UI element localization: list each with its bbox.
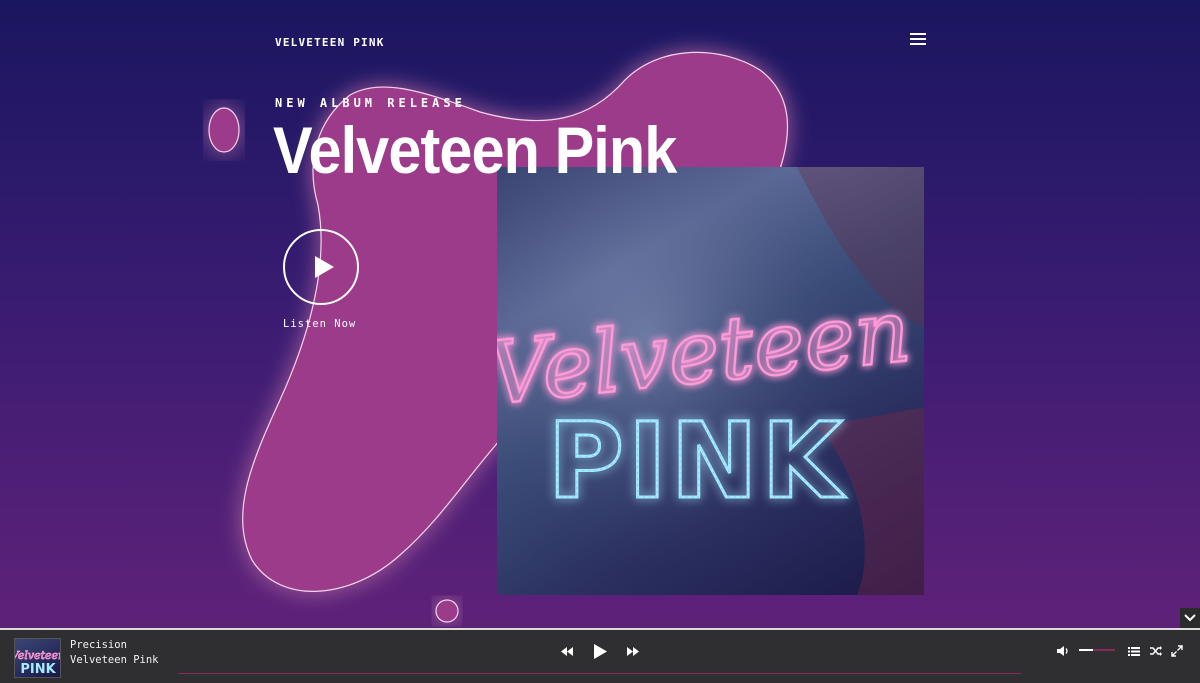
fullscreen-icon[interactable]: [1170, 643, 1184, 657]
volume-slider[interactable]: [1079, 649, 1115, 651]
listen-now-label[interactable]: Listen Now: [283, 318, 356, 330]
site-logo[interactable]: VELVETEEN PINK: [275, 36, 385, 49]
volume-level: [1079, 649, 1094, 651]
album-title: Velveteen Pink: [273, 113, 677, 187]
track-title: Precision: [70, 639, 127, 651]
chevron-down-icon[interactable]: [1180, 608, 1200, 628]
progress-bar[interactable]: [178, 673, 1021, 674]
thumb-block-text: PINK: [20, 662, 56, 677]
next-icon[interactable]: [625, 642, 641, 660]
album-cover-art: Velveteen PINK PINK: [497, 167, 924, 595]
playlist-icon[interactable]: [1127, 643, 1141, 657]
listen-play-button[interactable]: [283, 229, 359, 305]
volume-icon[interactable]: [1056, 643, 1070, 657]
play-icon: [314, 256, 334, 278]
hero-section: VELVETEEN PINK NEW ALBUM RELEASE Velvete…: [0, 0, 1200, 628]
track-artist: Velveteen Pink: [70, 654, 159, 666]
shuffle-icon[interactable]: [1149, 643, 1163, 657]
thumb-script-text: Velveteen: [15, 649, 61, 662]
previous-icon[interactable]: [559, 642, 575, 660]
play-icon[interactable]: [590, 642, 610, 660]
album-eyebrow: NEW ALBUM RELEASE: [275, 96, 466, 110]
svg-text:PINK: PINK: [548, 400, 847, 522]
audio-player-bar: Velveteen PINK Precision Velveteen Pink: [0, 628, 1200, 683]
hamburger-icon[interactable]: [910, 32, 926, 46]
track-thumbnail[interactable]: Velveteen PINK: [14, 638, 61, 678]
